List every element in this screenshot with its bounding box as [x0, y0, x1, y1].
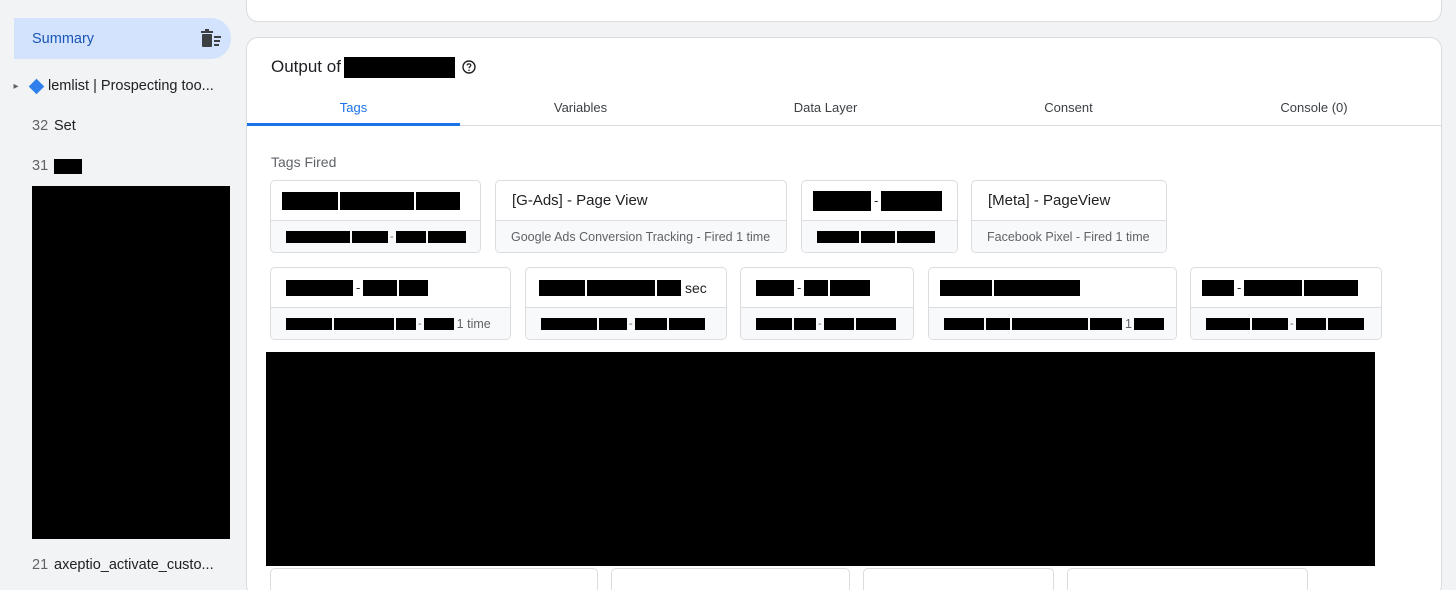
- tag-status: -: [1191, 308, 1381, 339]
- sidebar-item-event-32[interactable]: 32 Set: [0, 115, 240, 137]
- tag-card[interactable]: - - 1 time: [270, 267, 511, 340]
- sidebar-item-event-31[interactable]: 31: [0, 155, 240, 177]
- sidebar-item-number: 21: [32, 557, 49, 573]
- tag-card[interactable]: -: [270, 180, 481, 253]
- tag-status: 1: [929, 308, 1176, 339]
- tag-card[interactable]: - -: [1190, 267, 1382, 340]
- tag-name: [G-Ads] - Page View: [496, 181, 786, 221]
- sidebar-item-label: Set: [54, 118, 76, 134]
- sidebar-item-label: lemlist | Prospecting too...: [48, 78, 214, 94]
- tab-variables[interactable]: Variables: [460, 90, 701, 125]
- output-panel: Output of Tags Variables Data Layer Cons…: [246, 37, 1442, 590]
- sidebar-item-number: 31: [32, 158, 49, 174]
- sidebar-item-label: axeptio_activate_custo...: [54, 557, 214, 573]
- tag-status: -: [741, 308, 913, 339]
- tag-status: -: [271, 221, 480, 252]
- redacted-block: [266, 352, 1375, 566]
- redacted-block: [32, 186, 230, 539]
- tag-name: sec: [526, 268, 726, 308]
- tag-name: [Meta] - PageView: [972, 181, 1166, 221]
- tag-status: - 1 time: [271, 308, 510, 339]
- sidebar-item-event-lemlist[interactable]: ▸ lemlist | Prospecting too...: [0, 75, 240, 97]
- tag-status: Google Ads Conversion Tracking - Fired 1…: [496, 221, 786, 252]
- tag-card[interactable]: [270, 568, 598, 590]
- tag-status: -: [526, 308, 726, 339]
- tag-card[interactable]: -: [801, 180, 958, 253]
- tag-name: [271, 181, 480, 221]
- tag-status: Facebook Pixel - Fired 1 time: [972, 221, 1166, 252]
- tag-status: [802, 221, 957, 252]
- tag-name: -: [271, 268, 510, 308]
- tab-tags[interactable]: Tags: [247, 90, 460, 126]
- tag-name: -: [802, 181, 957, 221]
- redacted-text: [54, 158, 82, 174]
- tag-name: -: [741, 268, 913, 308]
- panel-title: Output of: [271, 56, 476, 78]
- caret-icon[interactable]: ▸: [0, 81, 32, 92]
- panel-title-text: Output of: [271, 57, 341, 76]
- redacted-container-name: [343, 56, 455, 78]
- tag-card[interactable]: - -: [740, 267, 914, 340]
- tag-name-text: sec: [685, 279, 707, 296]
- tag-card[interactable]: [611, 568, 850, 590]
- tag-card[interactable]: [G-Ads] - Page View Google Ads Conversio…: [495, 180, 787, 253]
- summary-label: Summary: [32, 30, 95, 47]
- tag-card[interactable]: sec -: [525, 267, 727, 340]
- help-icon[interactable]: [462, 60, 476, 74]
- tab-consent[interactable]: Consent: [950, 90, 1187, 125]
- tag-card[interactable]: [863, 568, 1054, 590]
- tab-bar: Tags Variables Data Layer Consent Consol…: [247, 90, 1441, 126]
- section-label: Tags Fired: [271, 154, 337, 170]
- summary-item[interactable]: Summary: [14, 18, 231, 59]
- previous-card: [246, 0, 1442, 22]
- tag-status-text: 1: [1125, 317, 1132, 331]
- tag-name: [929, 268, 1176, 308]
- tag-card[interactable]: 1: [928, 267, 1177, 340]
- tag-card[interactable]: [1067, 568, 1308, 590]
- sidebar: Summary ▸ lemlist | Prospecting too... 3…: [0, 0, 240, 590]
- tag-name: -: [1191, 268, 1381, 308]
- tag-status-text: 1 time: [456, 317, 491, 331]
- tab-data-layer[interactable]: Data Layer: [701, 90, 950, 125]
- tab-console[interactable]: Console (0): [1187, 90, 1441, 125]
- sidebar-item-event-21[interactable]: 21 axeptio_activate_custo...: [0, 554, 240, 576]
- clear-list-icon[interactable]: [200, 29, 222, 49]
- sidebar-item-number: 32: [32, 118, 49, 134]
- tag-card[interactable]: [Meta] - PageView Facebook Pixel - Fired…: [971, 180, 1167, 253]
